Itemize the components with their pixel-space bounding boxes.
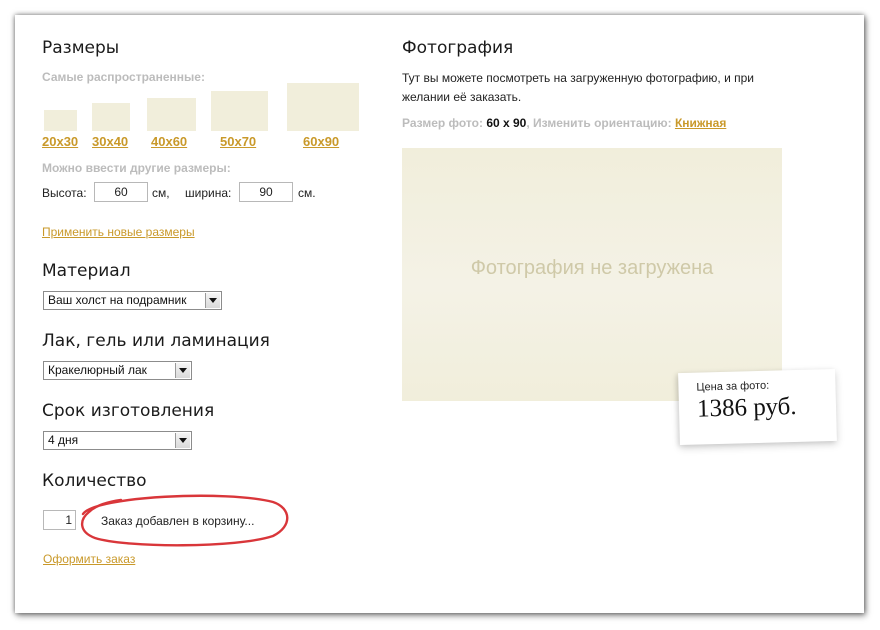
other-sizes-label: Можно ввести другие размеры: [42, 161, 231, 175]
material-title: Материал [42, 261, 131, 281]
photo-placeholder-text: Фотография не загружена [470, 257, 714, 279]
varnish-title: Лак, гель или ламинация [42, 331, 270, 351]
varnish-select[interactable]: Кракелюрный лак [43, 361, 192, 380]
size-swatch-60x90[interactable] [287, 83, 359, 131]
term-title: Срок изготовления [42, 401, 215, 421]
height-unit: см, [152, 186, 170, 200]
price-card: Цена за фото: 1386 руб. [678, 368, 837, 446]
size-link-20x30[interactable]: 20x30 [42, 134, 78, 149]
photo-preview: Фотография не загружена [402, 148, 782, 401]
price-label: Цена за фото: [696, 379, 770, 394]
width-unit: см. [298, 186, 316, 200]
term-select-value: 4 дня [48, 433, 79, 447]
photo-description: Тут вы можете посмотреть на загруженную … [402, 71, 754, 104]
photo-size-line: Размер фото: 60 x 90, Изменить ориентаци… [402, 116, 726, 130]
orientation-label: , Изменить ориентацию: [526, 116, 672, 130]
size-link-40x60[interactable]: 40x60 [151, 134, 187, 149]
size-swatch-40x60[interactable] [147, 98, 196, 131]
main-panel: Размеры Самые распространенные: 20x30 30… [15, 15, 864, 613]
sizes-title: Размеры [42, 38, 120, 58]
size-link-50x70[interactable]: 50x70 [220, 134, 256, 149]
photo-size-value: 60 x 90 [486, 116, 527, 130]
quantity-input[interactable] [43, 510, 76, 530]
term-select[interactable]: 4 дня [43, 431, 192, 450]
checkout-link[interactable]: Оформить заказ [43, 552, 135, 566]
apply-sizes-link[interactable]: Применить новые размеры [42, 225, 195, 239]
orientation-link[interactable]: Книжная [675, 116, 726, 130]
size-swatch-20x30[interactable] [44, 110, 77, 131]
order-status-text: Заказ добавлен в корзину... [101, 514, 255, 528]
height-label: Высота: [42, 186, 87, 200]
varnish-select-value: Кракелюрный лак [48, 363, 147, 377]
width-label: ширина: [185, 186, 232, 200]
width-input[interactable] [239, 182, 293, 202]
height-input[interactable] [94, 182, 148, 202]
size-swatch-30x40[interactable] [92, 103, 130, 131]
chevron-down-icon[interactable] [175, 433, 190, 448]
size-link-30x40[interactable]: 30x40 [92, 134, 128, 149]
common-sizes-label: Самые распространенные: [42, 70, 205, 84]
size-swatch-50x70[interactable] [211, 91, 268, 131]
size-link-60x90[interactable]: 60x90 [303, 134, 339, 149]
chevron-down-icon[interactable] [205, 293, 220, 308]
price-value: 1386 руб. [696, 392, 797, 423]
chevron-down-icon[interactable] [175, 363, 190, 378]
photo-size-label: Размер фото: [402, 116, 483, 130]
material-select-value: Ваш холст на подрамник [48, 293, 187, 307]
material-select[interactable]: Ваш холст на подрамник [43, 291, 222, 310]
photo-title: Фотография [402, 38, 514, 58]
